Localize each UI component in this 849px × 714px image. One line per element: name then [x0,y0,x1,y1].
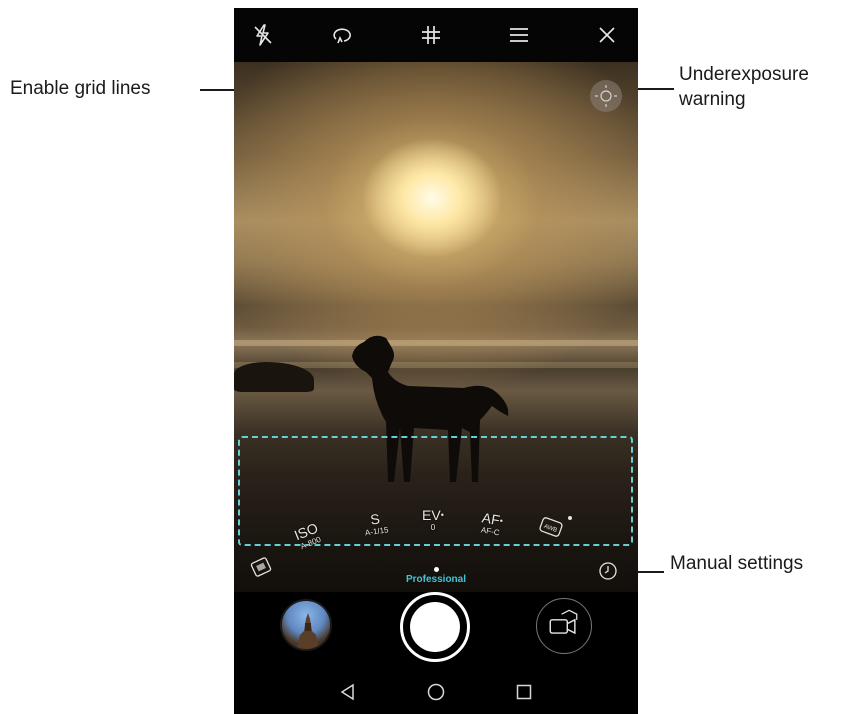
wb-indicator-dot [568,516,572,520]
home-icon[interactable] [426,682,446,702]
underexposure-warning-icon[interactable] [590,80,622,112]
camera-top-bar [234,8,638,62]
callout-manual-settings: Manual settings [670,553,804,574]
mode-professional-label[interactable]: Professional [386,574,486,585]
callout-underexposure-warning: Underexposure warning [679,62,809,112]
camera-screen: ISO A-800 S A-1/15 EV• 0 AF• AF-C AWB Pr… [234,8,638,714]
ev-setting[interactable]: EV• 0 [422,508,444,533]
ev-value: 0 [430,523,436,532]
timer-icon[interactable] [597,560,619,582]
af-setting[interactable]: AF• AF-C [479,509,504,538]
video-record-button[interactable] [536,598,592,654]
gallery-thumbnail[interactable] [280,599,332,651]
camera-bottom-bar [234,592,638,714]
shutter-button-inner [410,602,460,652]
system-navigation-bar [234,670,638,714]
callout-underexposure-line2: warning [679,89,746,110]
flash-off-icon[interactable] [250,22,276,48]
grid-icon[interactable] [418,22,444,48]
mode-indicator-dot [434,567,439,572]
shutter-button[interactable] [400,592,470,662]
beauty-capture-icon[interactable] [328,22,354,48]
ev-indicator-dot: • [440,510,444,520]
callout-enable-grid-lines: Enable grid lines [10,78,151,99]
recents-icon[interactable] [514,682,534,702]
menu-icon[interactable] [506,22,532,48]
callout-underexposure-line1: Underexposure [679,64,809,85]
close-icon[interactable] [594,22,620,48]
leader-line-manual [634,571,664,573]
shutter-setting[interactable]: S A-1/15 [362,510,389,538]
ev-label: EV [422,507,441,523]
back-icon[interactable] [338,682,358,702]
